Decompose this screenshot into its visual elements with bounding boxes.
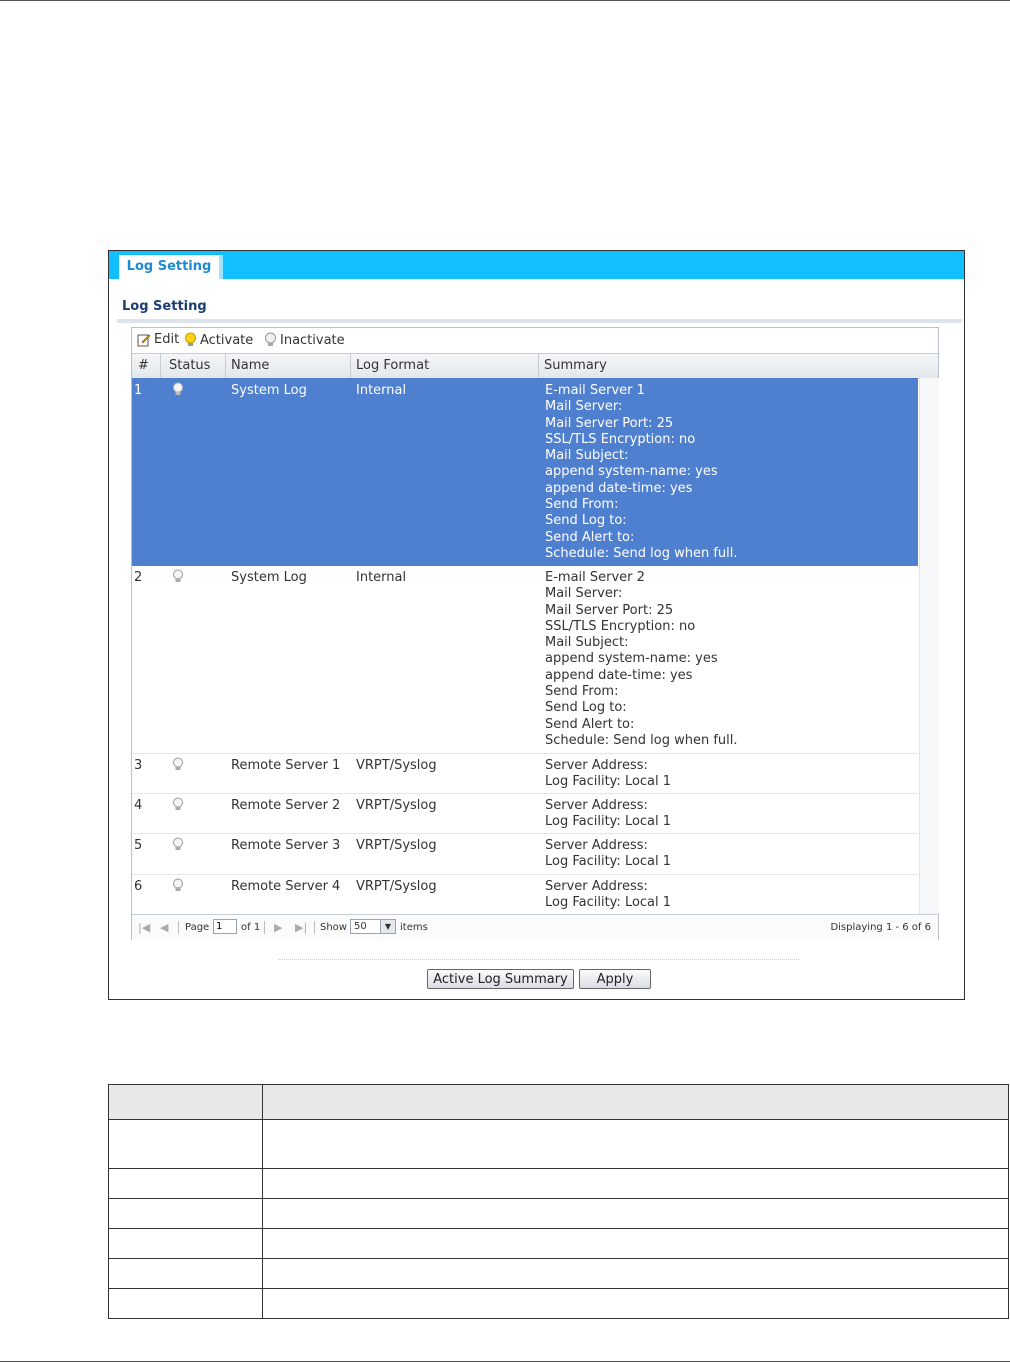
- table-row[interactable]: 3 Remote Server 1 VRPT/Syslog Server Add…: [132, 753, 918, 794]
- table-row[interactable]: 5 Remote Server 3 VRPT/Syslog Server Add…: [132, 833, 918, 875]
- prev-page-icon[interactable]: ◀: [160, 921, 168, 934]
- row-log-format: Internal: [356, 570, 407, 585]
- status-icon: [172, 757, 184, 777]
- row-log-format: VRPT/Syslog: [356, 879, 437, 894]
- activate-button[interactable]: Activate: [184, 332, 253, 348]
- chevron-down-icon: ▼: [380, 920, 395, 933]
- tab-log-setting[interactable]: Log Setting: [119, 255, 223, 279]
- row-number: 2: [134, 570, 143, 585]
- page-number-input[interactable]: [213, 919, 237, 934]
- row-number: 1: [134, 383, 143, 398]
- row-log-format: Internal: [356, 383, 407, 398]
- page-label: Page: [185, 922, 210, 933]
- page-top-rule: [0, 0, 1010, 1]
- last-page-icon[interactable]: ▶|: [295, 921, 307, 934]
- section-divider: [117, 319, 962, 323]
- status-icon: [172, 878, 184, 898]
- row-log-format: VRPT/Syslog: [356, 798, 437, 813]
- row-summary: Server Address: Log Facility: Local 1: [545, 838, 672, 870]
- row-name: System Log: [231, 383, 307, 398]
- status-icon: [172, 382, 184, 402]
- first-page-icon[interactable]: |◀: [138, 921, 150, 934]
- log-setting-panel: Log Setting Log Setting Edit Activate In…: [108, 250, 965, 1000]
- row-summary: Server Address: Log Facility: Local 1: [545, 798, 672, 830]
- page-bottom-rule: [0, 1361, 1010, 1362]
- apply-button[interactable]: Apply: [579, 969, 651, 989]
- log-setting-grid: Edit Activate Inactivate # Status Name L…: [131, 327, 939, 940]
- table-row[interactable]: 6 Remote Server 4 VRPT/Syslog Server Add…: [132, 874, 918, 914]
- tab-bar: Log Setting: [109, 251, 964, 279]
- table-row: [108, 1228, 1010, 1259]
- next-page-icon[interactable]: ▶: [274, 921, 282, 934]
- col-log-format[interactable]: Log Format: [356, 358, 429, 373]
- row-name: System Log: [231, 570, 307, 585]
- table-row: [108, 1198, 1010, 1229]
- description-table: [108, 1084, 1010, 1319]
- edit-icon: [137, 334, 151, 346]
- table-row[interactable]: 2 System Log Internal E-mail Server 2 Ma…: [132, 565, 918, 754]
- inactivate-label: Inactivate: [280, 332, 345, 348]
- row-number: 4: [134, 798, 143, 813]
- row-number: 3: [134, 758, 143, 773]
- show-label: Show: [320, 922, 347, 933]
- section-title: Log Setting: [122, 299, 207, 314]
- grid-scrollbar[interactable]: [919, 378, 939, 914]
- row-name: Remote Server 4: [231, 879, 341, 894]
- button-divider: [279, 959, 799, 960]
- row-name: Remote Server 2: [231, 798, 341, 813]
- grid-rows: 1 System Log Internal E-mail Server 1 Ma…: [132, 378, 938, 914]
- pagination-bar: |◀ ◀ Page of 1 ▶ ▶| Show 50 ▼ items Disp…: [132, 914, 938, 940]
- row-log-format: VRPT/Syslog: [356, 758, 437, 773]
- row-summary: E-mail Server 1 Mail Server: Mail Server…: [545, 383, 738, 561]
- page-size-select[interactable]: 50 ▼: [350, 919, 396, 934]
- edit-label: Edit: [154, 332, 180, 347]
- table-row[interactable]: 1 System Log Internal E-mail Server 1 Ma…: [132, 378, 918, 566]
- table-row: [108, 1168, 1010, 1199]
- displaying-count: Displaying 1 - 6 of 6: [830, 922, 931, 933]
- row-name: Remote Server 3: [231, 838, 341, 853]
- row-summary: Server Address: Log Facility: Local 1: [545, 758, 672, 790]
- table-row: [108, 1258, 1010, 1289]
- col-summary[interactable]: Summary: [544, 358, 607, 373]
- col-name[interactable]: Name: [231, 358, 269, 373]
- bulb-on-icon: [185, 332, 196, 346]
- edit-button[interactable]: Edit: [137, 332, 179, 347]
- active-log-summary-button[interactable]: Active Log Summary: [427, 969, 574, 989]
- row-number: 6: [134, 879, 143, 894]
- grid-header: # Status Name Log Format Summary: [132, 353, 938, 379]
- bulb-off-icon: [265, 332, 276, 346]
- col-num[interactable]: #: [138, 358, 149, 373]
- table-row[interactable]: 4 Remote Server 2 VRPT/Syslog Server Add…: [132, 793, 918, 834]
- activate-label: Activate: [200, 332, 254, 348]
- inactivate-button[interactable]: Inactivate: [264, 332, 345, 348]
- table-row: [108, 1288, 1010, 1319]
- row-name: Remote Server 1: [231, 758, 341, 773]
- table-row: [108, 1119, 1010, 1169]
- table-header-row: [108, 1084, 1010, 1120]
- status-icon: [172, 569, 184, 589]
- status-icon: [172, 797, 184, 817]
- items-label: items: [400, 922, 428, 933]
- page-size-value: 50: [354, 921, 367, 932]
- row-summary: E-mail Server 2 Mail Server: Mail Server…: [545, 570, 738, 748]
- page-count-label: of 1: [241, 922, 261, 933]
- row-summary: Server Address: Log Facility: Local 1: [545, 879, 672, 911]
- row-log-format: VRPT/Syslog: [356, 838, 437, 853]
- col-status[interactable]: Status: [169, 358, 210, 373]
- toolbar: Edit Activate Inactivate: [132, 328, 938, 352]
- row-number: 5: [134, 838, 143, 853]
- status-icon: [172, 837, 184, 857]
